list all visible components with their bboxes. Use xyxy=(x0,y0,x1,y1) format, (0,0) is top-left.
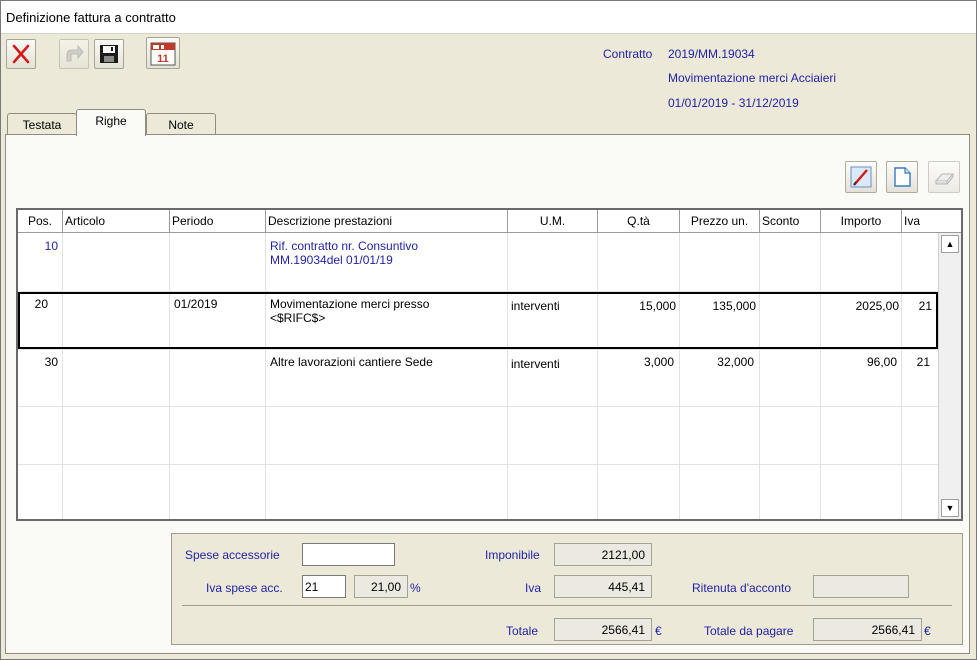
imponibile-value: 2121,00 xyxy=(554,543,652,566)
cell-desc-line1: Altre lavorazioni cantiere Sede xyxy=(270,355,433,369)
scroll-up-button[interactable]: ▲ xyxy=(941,235,959,253)
tab-note[interactable]: Note xyxy=(146,113,216,135)
col-header-sconto[interactable]: Sconto xyxy=(760,210,821,232)
cell-prezzo: 32,000 xyxy=(717,355,754,369)
col-header-descrizione[interactable]: Descrizione prestazioni xyxy=(266,210,508,232)
grid-line xyxy=(18,464,938,465)
col-header-periodo[interactable]: Periodo xyxy=(170,210,266,232)
percent-symbol: % xyxy=(410,581,421,595)
cell-qta: 15,000 xyxy=(639,299,676,313)
calendar-button[interactable]: 11 xyxy=(146,37,180,69)
col-header-articolo[interactable]: Articolo xyxy=(63,210,170,232)
totale-currency: € xyxy=(655,624,662,638)
contract-description: Movimentazione merci Acciaieri xyxy=(668,71,837,85)
cell-iva: 21 xyxy=(916,355,930,369)
redo-button[interactable] xyxy=(59,39,89,69)
ritenuta-acconto-value xyxy=(813,575,909,598)
window-title: Definizione fattura a contratto xyxy=(6,10,176,25)
cell-desc-line2: <$RIFC$> xyxy=(270,311,326,325)
iva-spese-code-input[interactable]: 21 xyxy=(302,575,346,598)
grid-header: Pos. Articolo Periodo Descrizione presta… xyxy=(18,210,961,233)
totale-value: 2566,41 xyxy=(554,618,652,641)
table-row-selected[interactable]: 20 01/2019 Movimentazione merci presso <… xyxy=(18,292,938,349)
col-header-um[interactable]: U.M. xyxy=(508,210,598,232)
cell-pos: 20 xyxy=(34,297,48,311)
cell-um: interventi xyxy=(511,299,560,313)
totale-da-pagare-value: 2566,41 xyxy=(813,618,922,641)
cell-desc-line2: MM.19034del 01/01/19 xyxy=(270,253,393,267)
totale-label: Totale xyxy=(506,624,539,638)
col-header-importo[interactable]: Importo xyxy=(821,210,902,232)
iva-spese-rate: 21,00 xyxy=(354,575,408,598)
tab-testata[interactable]: Testata xyxy=(7,113,77,135)
contract-period: 01/01/2019 - 31/12/2019 xyxy=(668,96,799,110)
ritenuta-acconto-label: Ritenuta d'acconto xyxy=(692,581,792,595)
cell-qta: 3,000 xyxy=(643,355,674,369)
col-header-pos[interactable]: Pos. xyxy=(18,210,63,232)
title-bar: Definizione fattura a contratto xyxy=(1,1,976,34)
cell-periodo: 01/2019 xyxy=(174,297,218,311)
calendar-day-text: 11 xyxy=(157,53,169,65)
contract-number: 2019/MM.19034 xyxy=(668,47,755,61)
spese-accessorie-input[interactable] xyxy=(302,543,395,566)
cell-desc-line1: Rif. contratto nr. Consuntivo xyxy=(270,239,419,253)
new-row-button[interactable] xyxy=(886,161,918,193)
iva-value: 445,41 xyxy=(554,575,652,598)
close-button[interactable] xyxy=(6,39,36,69)
totals-section: Spese accessorie Iva spese acc. 21 21,00… xyxy=(171,533,963,645)
scroll-down-button[interactable]: ▼ xyxy=(941,499,959,517)
edit-row-button[interactable] xyxy=(845,161,877,193)
iva-label: Iva xyxy=(525,581,542,595)
cell-importo: 2025,00 xyxy=(855,299,899,313)
col-header-qta[interactable]: Q.tà xyxy=(598,210,680,232)
rows-grid: Pos. Articolo Periodo Descrizione presta… xyxy=(16,208,963,521)
cell-um: interventi xyxy=(511,357,560,371)
col-header-iva[interactable]: Iva xyxy=(902,210,961,232)
cell-iva: 21 xyxy=(918,299,932,313)
totale-da-pagare-currency: € xyxy=(924,624,931,638)
cell-prezzo: 135,000 xyxy=(712,299,756,313)
delete-row-button[interactable] xyxy=(928,161,960,193)
cell-pos: 10 xyxy=(44,239,58,253)
cell-pos: 30 xyxy=(44,355,58,369)
vertical-scrollbar[interactable]: ▲ ▼ xyxy=(938,233,961,519)
col-header-prezzo[interactable]: Prezzo un. xyxy=(680,210,760,232)
righe-panel: Pos. Articolo Periodo Descrizione presta… xyxy=(5,134,970,654)
spese-accessorie-label: Spese accessorie xyxy=(185,548,280,562)
iva-spese-label: Iva spese acc. xyxy=(206,581,283,595)
imponibile-label: Imponibile xyxy=(485,548,540,562)
invoice-window: Definizione fattura a contratto 11 Contr… xyxy=(0,0,977,660)
table-row[interactable]: 30 Altre lavorazioni cantiere Sede inter… xyxy=(18,350,938,407)
cell-importo: 96,00 xyxy=(866,355,897,369)
totale-da-pagare-label: Totale da pagare xyxy=(704,624,794,638)
save-button[interactable] xyxy=(94,39,124,69)
cell-desc-line1: Movimentazione merci presso xyxy=(270,297,430,311)
tab-righe[interactable]: Righe xyxy=(76,109,146,136)
contract-label: Contratto xyxy=(603,47,653,61)
totals-separator xyxy=(182,605,952,606)
table-row[interactable]: 10 Rif. contratto nr. Consuntivo MM.1903… xyxy=(18,234,938,291)
